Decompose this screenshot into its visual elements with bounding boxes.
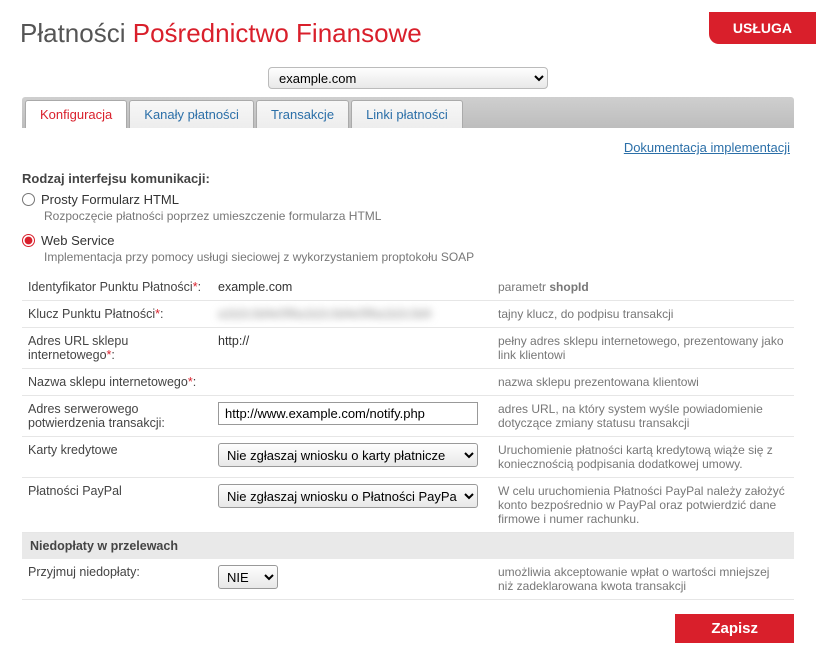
title-main: Płatności — [20, 18, 126, 48]
radio-html-form-label[interactable]: Prosty Formularz HTML — [41, 192, 179, 207]
shopid-label: Identyfikator Punktu Płatności — [28, 280, 193, 294]
row-url: Adres URL sklepu internetowego*: http://… — [22, 328, 794, 369]
key-hint: tajny klucz, do podpisu transakcji — [492, 301, 794, 328]
row-cards: Karty kredytowe Nie zgłaszaj wniosku o k… — [22, 437, 794, 478]
shop-select[interactable]: example.com — [268, 67, 548, 89]
underpay-select[interactable]: NIE — [218, 565, 278, 589]
radio-html-form-desc: Rozpoczęcie płatności poprzez umieszczen… — [44, 209, 794, 223]
config-table: Identyfikator Punktu Płatności*: example… — [22, 274, 794, 600]
underpay-header: Niedopłaty w przelewach — [22, 533, 794, 560]
page-title: Płatności Pośrednictwo Finansowe — [20, 18, 796, 49]
paypal-select[interactable]: Nie zgłaszaj wniosku o Płatności PayPal — [218, 484, 478, 508]
url-value: http:// — [218, 334, 249, 348]
tab-transakcje[interactable]: Transakcje — [256, 100, 349, 128]
cards-hint: Uruchomienie płatności kartą kredytową w… — [492, 437, 794, 478]
row-paypal: Płatności PayPal Nie zgłaszaj wniosku o … — [22, 478, 794, 533]
row-underpay: Przyjmuj niedopłaty: NIE umożliwia akcep… — [22, 559, 794, 600]
doc-link[interactable]: Dokumentacja implementacji — [624, 140, 790, 155]
name-label: Nazwa sklepu internetowego — [28, 375, 188, 389]
paypal-label: Płatności PayPal — [22, 478, 212, 533]
radio-web-service[interactable] — [22, 234, 35, 247]
name-hint: nazwa sklepu prezentowana klientowi — [492, 369, 794, 396]
row-key: Klucz Punktu Płatności*: a1b2c3d4e5f6a1b… — [22, 301, 794, 328]
underpay-hint: umożliwia akceptowanie wpłat o wartości … — [492, 559, 794, 600]
title-sub: Pośrednictwo Finansowe — [133, 18, 422, 48]
cards-select[interactable]: Nie zgłaszaj wniosku o karty płatnicze — [218, 443, 478, 467]
paypal-hint: W celu uruchomienia Płatności PayPal nal… — [492, 478, 794, 533]
radio-web-service-label[interactable]: Web Service — [41, 233, 114, 248]
url-hint: pełny adres sklepu internetowego, prezen… — [492, 328, 794, 369]
shopid-value: example.com — [218, 280, 292, 294]
radio-html-form[interactable] — [22, 193, 35, 206]
notify-label: Adres serwerowego potwierdzenia transakc… — [22, 396, 212, 437]
key-label: Klucz Punktu Płatności — [28, 307, 155, 321]
radio-web-service-desc: Implementacja przy pomocy usługi sieciow… — [44, 250, 794, 264]
tab-konfiguracja[interactable]: Konfiguracja — [25, 100, 127, 128]
tabs-bar: Konfiguracja Kanały płatności Transakcje… — [22, 97, 794, 128]
tab-kanaly-platnosci[interactable]: Kanały płatności — [129, 100, 254, 128]
row-name: Nazwa sklepu internetowego*: nazwa sklep… — [22, 369, 794, 396]
key-value: a1b2c3d4e5f6a1b2c3d4e5f6a1b2c3d4 — [218, 307, 431, 321]
row-shopid: Identyfikator Punktu Płatności*: example… — [22, 274, 794, 301]
notify-hint: adres URL, na który system wyśle powiado… — [492, 396, 794, 437]
underpay-label: Przyjmuj niedopłaty: — [22, 559, 212, 600]
interface-label: Rodzaj interfejsu komunikacji: — [22, 171, 794, 186]
tab-linki-platnosci[interactable]: Linki płatności — [351, 100, 463, 128]
notify-input[interactable] — [218, 402, 478, 425]
save-button[interactable]: Zapisz — [675, 614, 794, 643]
row-notify: Adres serwerowego potwierdzenia transakc… — [22, 396, 794, 437]
cards-label: Karty kredytowe — [22, 437, 212, 478]
service-tag: USŁUGA — [709, 12, 816, 44]
underpay-header-label: Niedopłaty w przelewach — [22, 533, 794, 560]
